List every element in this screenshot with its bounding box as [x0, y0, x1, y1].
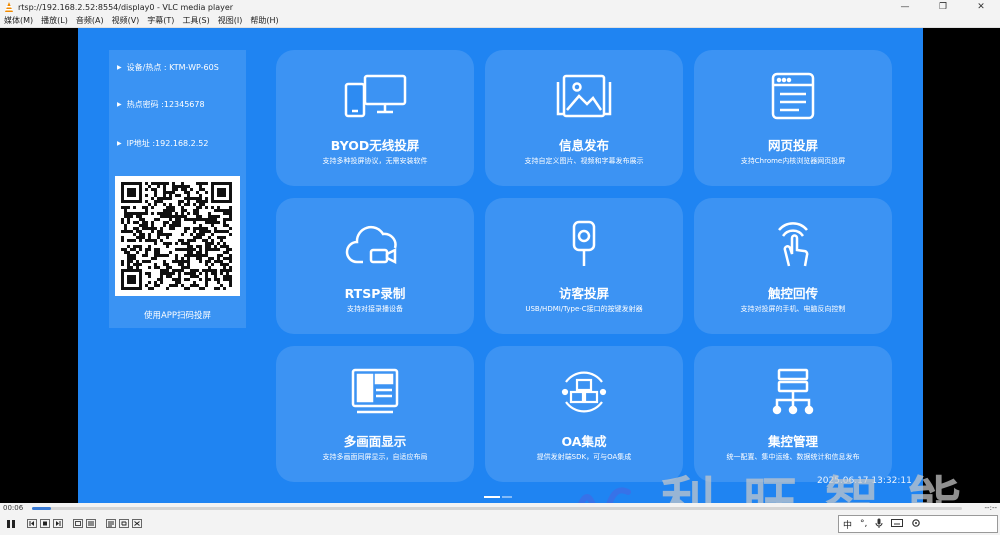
title-bar: rtsp://192.168.2.52:8554/display0 - VLC …: [0, 0, 1000, 14]
qr-caption: 使用APP扫码投屏: [143, 311, 212, 321]
fullscreen-button[interactable]: [71, 517, 85, 530]
microphone-icon[interactable]: [871, 518, 887, 531]
pause-icon: [7, 519, 15, 528]
card-desc: 提供发射端SDK，可与OA集成: [536, 453, 632, 461]
equalizer-icon: [86, 519, 96, 528]
touch-hand-icon: [694, 220, 892, 270]
menu-view[interactable]: 视图(I): [214, 15, 247, 26]
vlc-cone-icon: [3, 1, 15, 13]
menu-audio[interactable]: 音频(A): [72, 15, 108, 26]
card-info-publish[interactable]: 信息发布 支持自定义图片、视频和字幕发布展示: [485, 50, 683, 186]
layout-icon: [276, 368, 474, 418]
playlist-button[interactable]: [104, 517, 118, 530]
transmitter-icon: [485, 220, 683, 270]
card-desc: 支持对接录播设备: [347, 305, 403, 313]
card-rtsp-record[interactable]: RTSP录制 支持对接录播设备: [276, 198, 474, 334]
oa-cubes-icon: [485, 368, 683, 418]
card-title: BYOD无线投屏: [330, 138, 420, 153]
password-label: 热点密码 :12345678: [126, 100, 205, 109]
shuffle-icon: [132, 519, 142, 528]
card-touch-back[interactable]: 触控回传 支持对投屏的手机、电脑反向控制: [694, 198, 892, 334]
caret-right-icon: ▶: [117, 64, 122, 71]
card-title: 网页投屏: [767, 138, 818, 153]
fullscreen-icon: [73, 519, 83, 528]
stop-button[interactable]: [38, 517, 52, 530]
card-byod[interactable]: BYOD无线投屏 支持多种投屏协议，无需安装软件: [276, 50, 474, 186]
password-line: ▶ 热点密码 :12345678: [117, 99, 205, 110]
menu-help[interactable]: 帮助(H): [246, 15, 282, 26]
shuffle-button[interactable]: [130, 517, 144, 530]
menu-bar: 媒体(M) 播放(L) 音频(A) 视频(V) 字幕(T) 工具(S) 视图(I…: [0, 14, 1000, 28]
close-button[interactable]: ✕: [962, 0, 1000, 14]
card-title: 多画面显示: [343, 434, 407, 449]
card-desc: 支持多种投屏协议，无需安装软件: [322, 157, 428, 165]
caret-right-icon: ▶: [117, 101, 122, 108]
playlist-icon: [106, 519, 116, 528]
skip-back-icon: [27, 519, 37, 528]
ime-toolbar[interactable]: 中 °,: [838, 515, 998, 533]
card-desc: 支持Chrome内核浏览器网页投屏: [740, 157, 846, 165]
keyboard-icon[interactable]: [887, 518, 907, 530]
caret-right-icon: ▶: [117, 140, 122, 147]
card-oa-integration[interactable]: OA集成 提供发射端SDK，可与OA集成: [485, 346, 683, 482]
ime-language[interactable]: 中: [839, 518, 856, 531]
extended-settings-button[interactable]: [84, 517, 98, 530]
skip-forward-icon: [53, 519, 63, 528]
menu-subtitle[interactable]: 字幕(T): [143, 15, 178, 26]
card-web-cast[interactable]: 网页投屏 支持Chrome内核浏览器网页投屏: [694, 50, 892, 186]
window-title: rtsp://192.168.2.52:8554/display0 - VLC …: [18, 2, 234, 12]
card-title: 集控管理: [767, 434, 818, 449]
page-dot[interactable]: [502, 496, 512, 498]
screen-timestamp: 2025.06.17 13:32:11: [817, 476, 912, 486]
menu-media[interactable]: 媒体(M): [0, 15, 37, 26]
previous-button[interactable]: [25, 517, 39, 530]
card-title: OA集成: [561, 434, 607, 449]
menu-playback[interactable]: 播放(L): [37, 15, 72, 26]
next-button[interactable]: [51, 517, 65, 530]
ip-label: IP地址 :192.168.2.52: [126, 139, 209, 148]
card-visitor-cast[interactable]: 访客投屏 USB/HDMI/Type-C接口的按键发射器: [485, 198, 683, 334]
qr-code: [115, 176, 240, 296]
card-central-control[interactable]: 集控管理 统一配置、集中运维、数据统计和信息发布: [694, 346, 892, 482]
ip-line: ▶ IP地址 :192.168.2.52: [117, 138, 208, 149]
minimize-button[interactable]: —: [886, 0, 924, 14]
seek-fill: [32, 507, 51, 510]
seek-bar: 00:06 --:--: [0, 503, 1000, 513]
device-label: 设备/热点 : KTM-WP-60S: [126, 63, 219, 72]
card-desc: 统一配置、集中运维、数据统计和信息发布: [726, 453, 860, 461]
remaining-time: --:--: [984, 504, 997, 512]
device-line: ▶ 设备/热点 : KTM-WP-60S: [117, 62, 219, 73]
menu-video[interactable]: 视频(V): [108, 15, 144, 26]
menu-tools[interactable]: 工具(S): [178, 15, 213, 26]
card-title: 信息发布: [558, 138, 609, 153]
browser-icon: [694, 72, 892, 122]
cloud-camera-icon: [276, 220, 474, 270]
ime-settings-icon[interactable]: [907, 518, 925, 531]
loop-button[interactable]: [117, 517, 131, 530]
network-icon: [694, 368, 892, 418]
maximize-button[interactable]: ❐: [924, 0, 962, 14]
card-title: RTSP录制: [344, 286, 406, 301]
card-desc: 支持自定义图片、视频和字幕发布展示: [524, 157, 644, 165]
loop-icon: [119, 519, 129, 528]
stop-icon: [40, 519, 50, 528]
card-multi-screen[interactable]: 多画面显示 支持多画面同屏显示，自适应布局: [276, 346, 474, 482]
card-desc: 支持多画面同屏显示，自适应布局: [322, 453, 428, 461]
ime-punctuation[interactable]: °,: [856, 519, 871, 529]
page-dot-active[interactable]: [484, 496, 500, 498]
page-indicator[interactable]: [484, 496, 514, 498]
elapsed-time: 00:06: [3, 504, 24, 512]
image-gallery-icon: [485, 72, 683, 122]
card-desc: USB/HDMI/Type-C接口的按键发射器: [525, 305, 643, 313]
devices-icon: [276, 72, 474, 122]
pause-button[interactable]: [3, 517, 19, 530]
card-desc: 支持对投屏的手机、电脑反向控制: [740, 305, 846, 313]
seek-slider[interactable]: [32, 507, 962, 510]
card-title: 触控回传: [767, 286, 818, 301]
card-title: 访客投屏: [558, 286, 609, 301]
